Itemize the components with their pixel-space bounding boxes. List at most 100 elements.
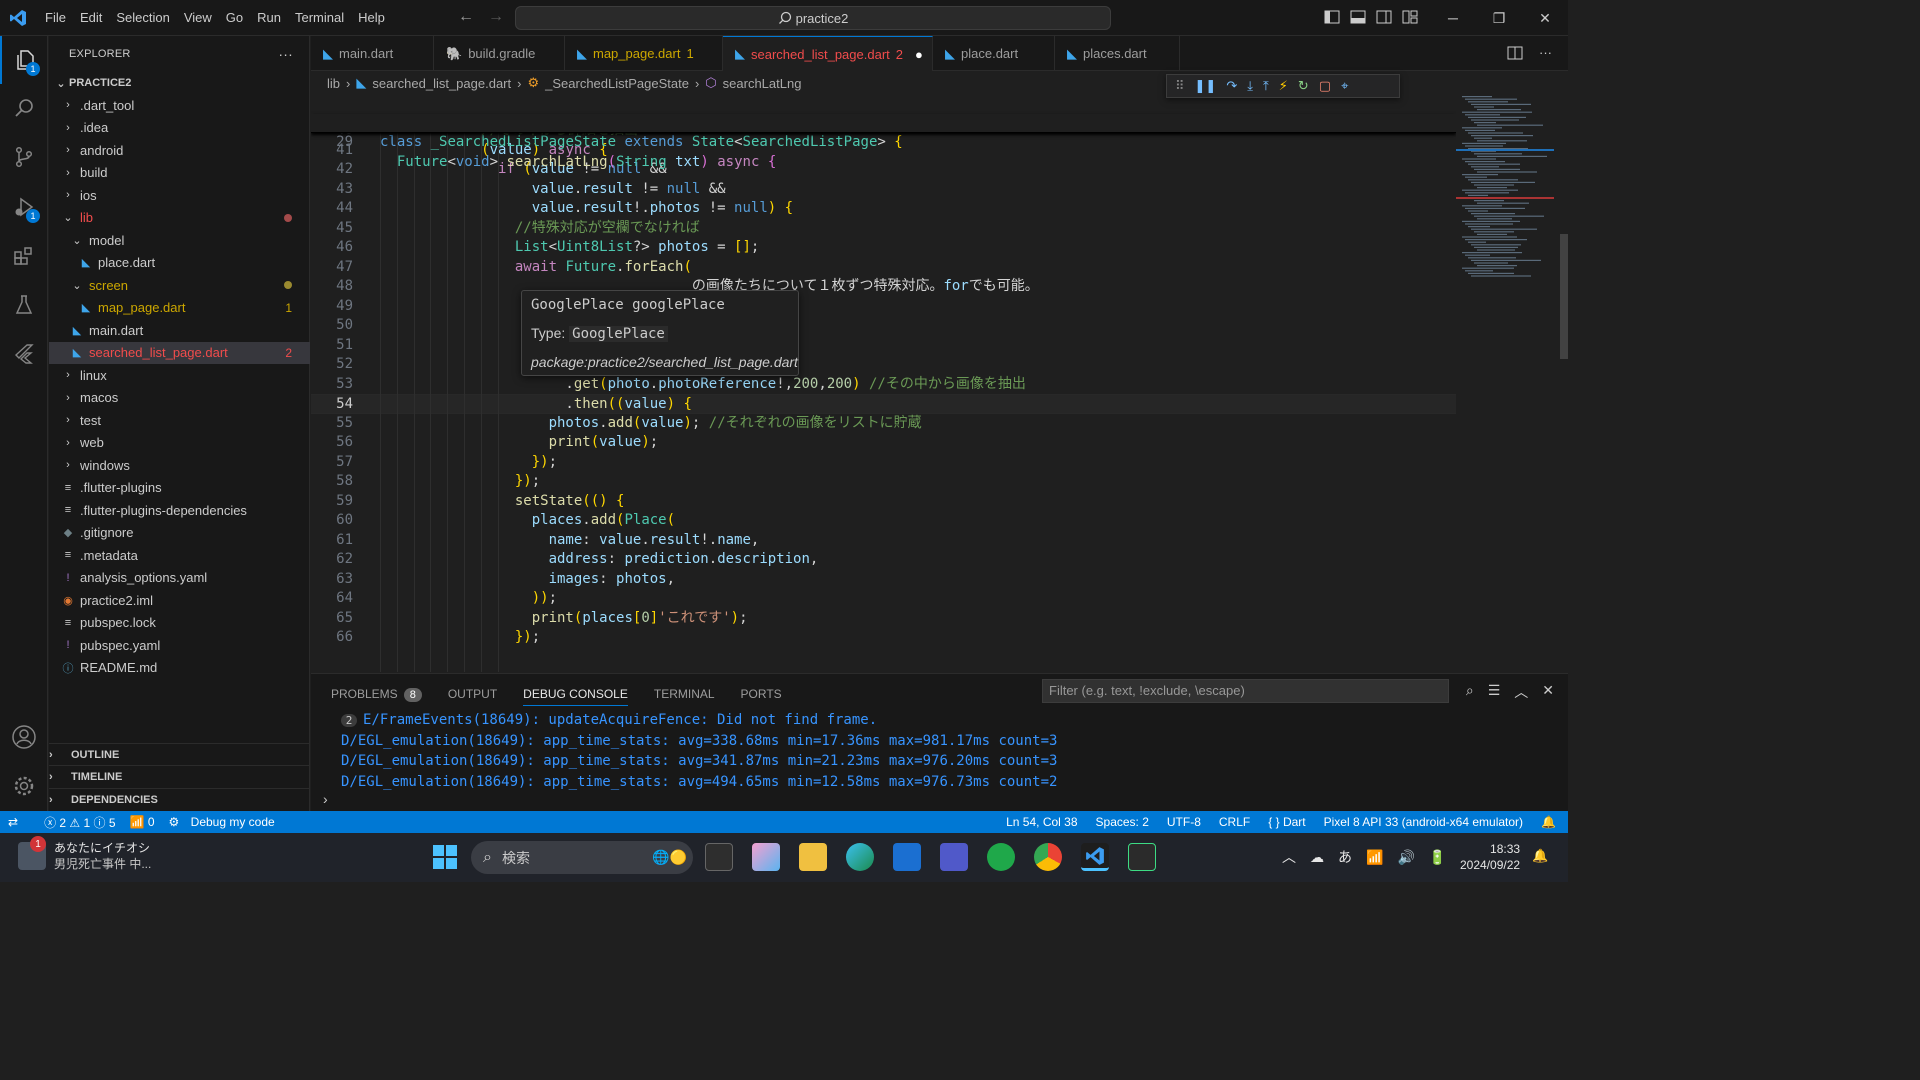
encoding[interactable]: UTF-8 bbox=[1167, 815, 1201, 829]
menu-edit[interactable]: Edit bbox=[73, 0, 109, 36]
tab-place-dart[interactable]: ◣ place.dart bbox=[933, 36, 1055, 71]
forward-arrow-icon[interactable]: → bbox=[488, 8, 504, 26]
tab-searched-list-page-dart[interactable]: ◣ searched_list_page.dart 2 ● bbox=[723, 36, 933, 71]
inspect-widget-icon[interactable]: ⌖ bbox=[1341, 78, 1348, 94]
taskbar-search[interactable]: ⌕ 検索 🌐🟡 bbox=[471, 841, 693, 874]
outline-section[interactable]: › OUTLINE bbox=[49, 743, 310, 765]
tree-item[interactable]: ⓘ README.md bbox=[49, 657, 310, 679]
chrome-icon[interactable] bbox=[1034, 843, 1062, 871]
cursor-position[interactable]: Ln 54, Col 38 bbox=[1006, 815, 1077, 829]
tab-problems[interactable]: PROBLEMS 8 bbox=[331, 687, 422, 702]
code-line[interactable]: 66 }); bbox=[311, 628, 1456, 648]
code-line[interactable]: 58 }); bbox=[311, 472, 1456, 492]
tree-item[interactable]: › windows bbox=[49, 454, 310, 476]
ports-status[interactable]: 📶 0 bbox=[130, 815, 155, 829]
workspace-root[interactable]: ⌄ PRACTICE2 bbox=[49, 72, 310, 94]
tree-item[interactable]: ≡ .metadata bbox=[49, 544, 310, 566]
tree-item[interactable]: › linux bbox=[49, 364, 310, 386]
tab-build-gradle[interactable]: 🐘 build.gradle bbox=[434, 36, 565, 71]
vscode-taskbar-icon[interactable] bbox=[1081, 843, 1109, 871]
tree-item[interactable]: ◆ .gitignore bbox=[49, 522, 310, 544]
code-line[interactable]: 51 bbox=[311, 336, 1456, 356]
minimap[interactable] bbox=[1456, 94, 1568, 672]
tab-ports[interactable]: PORTS bbox=[741, 687, 782, 701]
tree-item[interactable]: › .dart_tool bbox=[49, 94, 310, 116]
extensions-activity[interactable] bbox=[0, 232, 48, 280]
back-arrow-icon[interactable]: ← bbox=[458, 8, 474, 26]
toggle-secondary-sidebar-icon[interactable] bbox=[1376, 9, 1392, 25]
task-view-icon[interactable] bbox=[705, 843, 733, 871]
tree-item[interactable]: › .idea bbox=[49, 117, 310, 139]
code-line[interactable]: 60 places.add(Place( bbox=[311, 511, 1456, 531]
search-activity[interactable] bbox=[0, 84, 48, 132]
volume-icon[interactable]: 🔊 bbox=[1397, 849, 1414, 866]
file-explorer-icon[interactable] bbox=[799, 843, 827, 871]
split-editor-icon[interactable] bbox=[1507, 45, 1523, 61]
tab-map-page-dart[interactable]: ◣ map_page.dart 1 bbox=[565, 36, 723, 71]
tree-item[interactable]: › ios bbox=[49, 184, 310, 206]
menu-selection[interactable]: Selection bbox=[109, 0, 176, 36]
code-line[interactable]: 63 images: photos, bbox=[311, 570, 1456, 590]
toggle-panel-icon[interactable] bbox=[1350, 9, 1366, 25]
testing-activity[interactable] bbox=[0, 281, 48, 329]
menu-view[interactable]: View bbox=[177, 0, 219, 36]
console-filter-input[interactable]: Filter (e.g. text, !exclude, \escape) bbox=[1042, 679, 1449, 703]
start-button[interactable] bbox=[432, 844, 458, 873]
tree-item[interactable]: ◣ searched_list_page.dart 2 bbox=[49, 341, 310, 364]
hot-reload-icon[interactable]: ⚡ bbox=[1279, 78, 1288, 94]
breadcrumb-class[interactable]: _SearchedListPageState bbox=[545, 76, 689, 91]
notifications-icon[interactable]: 🔔 bbox=[1541, 815, 1556, 829]
code-line[interactable]: 46 List<Uint8List?> photos = []; bbox=[311, 238, 1456, 258]
code-line[interactable]: 61 name: value.result!.name, bbox=[311, 531, 1456, 551]
battery-icon[interactable]: 🔋 bbox=[1429, 849, 1446, 866]
debug-status[interactable]: ⚙ Debug my code bbox=[169, 815, 275, 829]
code-line[interactable]: 48 の画像たちについて１枚ずつ特殊対応。forでも可能。 bbox=[311, 277, 1456, 297]
console-input-prompt-icon[interactable]: › bbox=[323, 791, 328, 807]
close-icon[interactable]: ✕ bbox=[1522, 0, 1568, 36]
tree-item[interactable]: ◣ map_page.dart 1 bbox=[49, 297, 310, 319]
tab-output[interactable]: OUTPUT bbox=[448, 687, 497, 701]
tab-places-dart[interactable]: ◣ places.dart bbox=[1055, 36, 1180, 71]
step-into-icon[interactable]: ⤓ bbox=[1247, 78, 1253, 94]
code-line[interactable]: 56 print(value); bbox=[311, 433, 1456, 453]
code-line[interactable]: 57 }); bbox=[311, 453, 1456, 473]
more-actions-icon[interactable]: ··· bbox=[278, 46, 293, 62]
tree-item[interactable]: › web bbox=[49, 432, 310, 454]
customize-layout-icon[interactable] bbox=[1402, 9, 1418, 25]
unsaved-dot-icon[interactable]: ● bbox=[915, 47, 923, 62]
tree-item[interactable]: ⌄ lib bbox=[49, 207, 310, 229]
tree-item[interactable]: ◉ practice2.iml bbox=[49, 589, 310, 611]
dependencies-section[interactable]: › DEPENDENCIES bbox=[49, 788, 310, 810]
tree-item[interactable]: › macos bbox=[49, 387, 310, 409]
tree-item[interactable]: › test bbox=[49, 409, 310, 431]
tree-item[interactable]: ⌄ model bbox=[49, 229, 310, 251]
code-line[interactable]: 52 googlePlace.photos bbox=[311, 355, 1456, 375]
tree-item[interactable]: ◣ place.dart bbox=[49, 252, 310, 274]
menu-go[interactable]: Go bbox=[219, 0, 250, 36]
code-line[interactable]: 50 bbox=[311, 316, 1456, 336]
tree-item[interactable]: ! pubspec.yaml bbox=[49, 634, 310, 656]
tree-item[interactable]: ! analysis_options.yaml bbox=[49, 567, 310, 589]
tree-item[interactable]: ≡ .flutter-plugins bbox=[49, 477, 310, 499]
microsoft-store-icon[interactable] bbox=[893, 843, 921, 871]
tree-item[interactable]: ≡ .flutter-plugins-dependencies bbox=[49, 499, 310, 521]
toggle-primary-sidebar-icon[interactable] bbox=[1324, 9, 1340, 25]
line-icon[interactable] bbox=[987, 843, 1015, 871]
onedrive-icon[interactable]: ☁ bbox=[1310, 849, 1324, 866]
maximize-panel-icon[interactable]: ︿ bbox=[1514, 682, 1528, 702]
code-line[interactable]: 59 setState(() { bbox=[311, 492, 1456, 512]
tree-item[interactable]: ≡ pubspec.lock bbox=[49, 612, 310, 634]
tab-debug-console[interactable]: DEBUG CONSOLE bbox=[523, 687, 628, 706]
code-editor[interactable]: 39 googlePlace.details.get(prediction.pl… bbox=[311, 94, 1456, 672]
chevron-up-icon[interactable]: ︿ bbox=[1282, 847, 1296, 867]
accounts-activity[interactable] bbox=[0, 713, 48, 761]
news-widget[interactable]: 1 あなたにイチオシ 男児死亡事件 中... bbox=[18, 836, 151, 872]
android-emulator-icon[interactable] bbox=[1128, 843, 1156, 871]
code-line[interactable]: 53 .get(photo.photoReference!,200,200) /… bbox=[311, 375, 1456, 395]
explorer-activity[interactable]: 1 bbox=[0, 36, 48, 84]
source-control-activity[interactable] bbox=[0, 133, 48, 181]
tab-main-dart[interactable]: ◣ main.dart bbox=[311, 36, 434, 71]
breadcrumb-method[interactable]: searchLatLng bbox=[723, 76, 802, 91]
breadcrumb-file[interactable]: searched_list_page.dart bbox=[372, 76, 511, 91]
step-over-icon[interactable]: ↷ bbox=[1226, 78, 1237, 94]
